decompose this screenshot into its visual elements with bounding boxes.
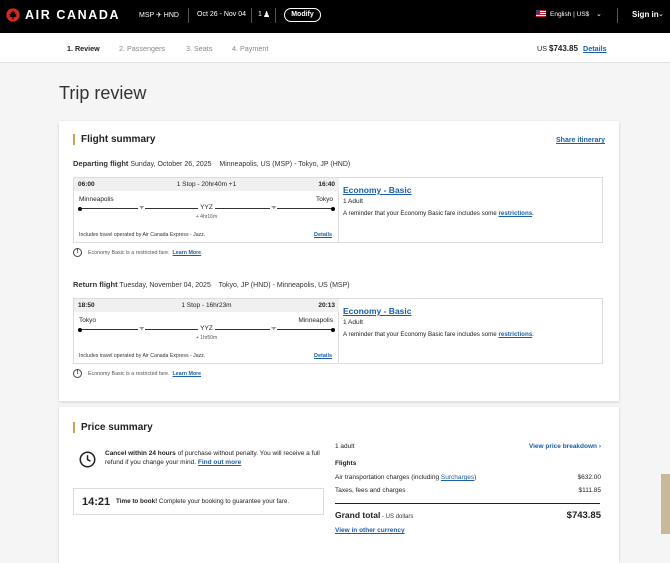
- maple-leaf-icon: [6, 8, 20, 22]
- air-transportation-value: $632.00: [577, 474, 602, 481]
- fare-passengers: 1 Adult: [343, 198, 363, 205]
- flight-itinerary: 1 Stop - 16hr23m 18:50 20:13 Tokyo Minne…: [74, 299, 339, 363]
- restricted-fare-note: ! Economy Basic is a restricted fare. Le…: [73, 248, 201, 257]
- return-flight-title: Return flight Tuesday, November 04, 2025…: [73, 280, 350, 289]
- page-title: Trip review: [59, 83, 147, 103]
- chevron-right-icon: ›: [598, 443, 601, 450]
- air-transportation-label: Air transportation charges (including Su…: [335, 474, 477, 481]
- step-seats[interactable]: 3. Seats: [186, 44, 212, 53]
- flight-details-link[interactable]: Details: [314, 353, 332, 359]
- depart-time: 06:00: [78, 181, 95, 188]
- stop-airport-code: YYZ: [198, 325, 215, 332]
- learn-more-link[interactable]: Learn More: [173, 250, 202, 256]
- fare-reminder: A reminder that your Economy Basic fare …: [343, 331, 534, 338]
- share-itinerary-link[interactable]: Share itinerary: [556, 137, 605, 144]
- step-review[interactable]: 1. Review: [67, 44, 100, 53]
- operated-by-note: Includes travel operated by Air Canada E…: [79, 353, 206, 359]
- find-out-more-link[interactable]: Find out more: [198, 459, 241, 466]
- timer-countdown: 14:21: [82, 496, 111, 508]
- stops-duration: 1 Stop - 16hr23m: [181, 302, 232, 309]
- price-summary-card: Price summary Cancel within 24 hours of …: [59, 407, 619, 563]
- depart-time: 18:50: [78, 302, 95, 309]
- clock-icon: [79, 451, 96, 468]
- trip-route: MSP ✈ HND: [139, 12, 179, 19]
- divider: [188, 8, 189, 23]
- origin-city: Tokyo: [79, 317, 96, 324]
- price-summary-heading: Price summary: [73, 422, 153, 433]
- origin-city: Minneapolis: [79, 196, 114, 203]
- view-other-currency-link[interactable]: View in other currency: [335, 527, 405, 534]
- chevron-down-icon: ⌄: [658, 11, 664, 18]
- divider: [275, 8, 276, 23]
- timer-message: Time to book! Complete your booking to g…: [116, 498, 290, 505]
- divider: [251, 8, 252, 23]
- restrictions-link[interactable]: restrictions: [498, 210, 532, 217]
- sign-in-button[interactable]: Sign in: [632, 10, 659, 19]
- exclamation-icon: !: [73, 248, 82, 257]
- flight-summary-heading: Flight summary: [73, 134, 155, 145]
- return-flight-box: 1 Stop - 16hr23m 18:50 20:13 Tokyo Minne…: [73, 298, 603, 364]
- stops-duration: 1 Stop - 20hr40m +1: [176, 181, 237, 188]
- exclamation-icon: !: [73, 369, 82, 378]
- trip-dates: Oct 26 - Nov 04: [197, 11, 247, 18]
- brand-name: AIR CANADA: [25, 8, 121, 22]
- taxes-value: $111.85: [578, 487, 601, 494]
- fare-reminder: A reminder that your Economy Basic fare …: [343, 210, 534, 217]
- learn-more-link[interactable]: Learn More: [173, 371, 202, 377]
- booking-timer: 14:21 Time to book! Complete your bookin…: [73, 488, 324, 515]
- destination-city: Minneapolis: [298, 317, 333, 324]
- adult-count: 1 adult: [335, 443, 355, 450]
- chevron-down-icon: ⌄: [596, 11, 602, 18]
- total-divider: [335, 503, 600, 504]
- modify-button[interactable]: Modify: [284, 8, 321, 22]
- fare-name-link[interactable]: Economy - Basic: [343, 185, 412, 195]
- operated-by-note: Includes travel operated by Air Canada E…: [79, 232, 206, 238]
- departing-flight-title: Departing flight Sunday, October 26, 202…: [73, 159, 351, 168]
- flight-summary-card: Flight summary Share itinerary Departing…: [59, 121, 619, 401]
- trip-total: US $743.85: [537, 44, 578, 53]
- layover-duration: + 1hr50m: [195, 335, 218, 341]
- passenger-count: 1: [258, 11, 262, 18]
- fare-passengers: 1 Adult: [343, 319, 363, 326]
- stop-airport-code: YYZ: [198, 204, 215, 211]
- flight-times-header: 1 Stop - 16hr23m 18:50 20:13: [74, 299, 339, 312]
- top-navigation-bar: AIR CANADA MSP ✈ HND Oct 26 - Nov 04 1 ♟…: [0, 0, 670, 33]
- step-passengers[interactable]: 2. Passengers: [119, 44, 165, 53]
- grand-total-value: $743.85: [566, 510, 601, 521]
- total-details-link[interactable]: Details: [583, 44, 607, 53]
- feedback-tab[interactable]: [661, 474, 670, 534]
- fare-name-link[interactable]: Economy - Basic: [343, 306, 412, 316]
- booking-steps-bar: 1. Review 2. Passengers 3. Seats 4. Paym…: [0, 33, 670, 63]
- language-currency-selector[interactable]: English | US$: [550, 11, 589, 18]
- flight-itinerary: 1 Stop - 20hr40m +1 06:00 16:40 Minneapo…: [74, 178, 339, 242]
- flights-label: Flights: [335, 460, 357, 467]
- departing-flight-box: 1 Stop - 20hr40m +1 06:00 16:40 Minneapo…: [73, 177, 603, 243]
- us-flag-icon: [536, 10, 546, 19]
- arrive-time: 20:13: [318, 302, 335, 309]
- view-price-breakdown-link[interactable]: View price breakdown ›: [529, 443, 601, 450]
- person-icon: ♟: [263, 10, 271, 19]
- restrictions-link[interactable]: restrictions: [498, 331, 532, 338]
- air-canada-logo[interactable]: AIR CANADA: [6, 8, 120, 22]
- destination-city: Tokyo: [316, 196, 333, 203]
- surcharges-link[interactable]: Surcharges: [441, 474, 474, 481]
- layover-duration: + 4hr16m: [195, 214, 218, 220]
- flight-times-header: 1 Stop - 20hr40m +1 06:00 16:40: [74, 178, 339, 191]
- flight-details-link[interactable]: Details: [314, 232, 332, 238]
- taxes-label: Taxes, fees and charges: [335, 487, 406, 494]
- grand-total-label: Grand total - US dollars: [335, 510, 414, 520]
- restricted-fare-note: ! Economy Basic is a restricted fare. Le…: [73, 369, 201, 378]
- arrive-time: 16:40: [318, 181, 335, 188]
- divider: [617, 8, 618, 23]
- step-payment[interactable]: 4. Payment: [232, 44, 268, 53]
